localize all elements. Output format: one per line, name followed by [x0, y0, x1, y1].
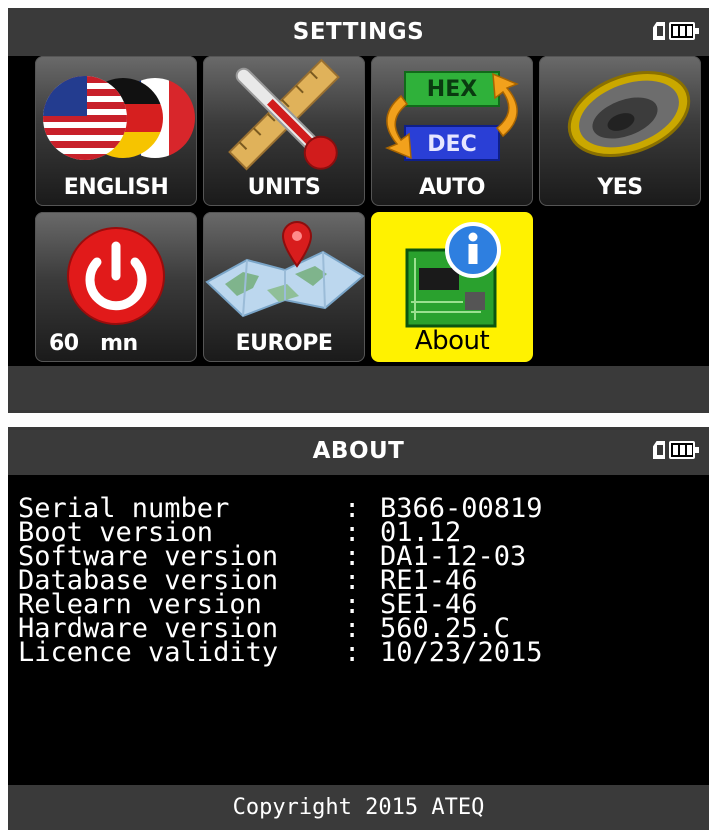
tile-label: ENGLISH [63, 175, 169, 200]
flags-icon [43, 76, 195, 160]
sd-card-icon [653, 22, 665, 40]
tile-label: YES [597, 175, 643, 200]
tile-sound[interactable]: YES [539, 56, 701, 206]
dec-text: DEC [427, 132, 476, 157]
map-icon [205, 221, 365, 318]
tile-hex-dec[interactable]: HEX DEC AUTO [371, 56, 533, 206]
title-bar: SETTINGS [8, 8, 709, 56]
tile-label: EUROPE [235, 331, 333, 356]
bottom-bar [8, 366, 709, 413]
battery-icon [669, 441, 699, 459]
info-key: Licence validity [18, 637, 279, 668]
tile-units[interactable]: UNITS [203, 56, 365, 206]
sd-card-icon [653, 441, 665, 459]
status-icons [653, 439, 701, 463]
status-icons [653, 20, 701, 44]
tile-region[interactable]: EUROPE [203, 212, 365, 362]
about-screen: ABOUT Serial number: B366-00819 Boot vers… [8, 427, 709, 830]
page-title: SETTINGS [292, 19, 425, 45]
info-value: 10/23/2015 [380, 637, 543, 668]
tile-about[interactable]: About [371, 212, 533, 362]
hex-dec-icon: HEX DEC [385, 71, 519, 161]
settings-screen: SETTINGS ENGLISH UNITS HEX DEC AUTO YES … [8, 8, 709, 413]
power-icon [67, 227, 165, 325]
thermometer-ruler-icon [228, 58, 340, 171]
tile-label: 60 mn [49, 331, 138, 356]
copyright-footer: Copyright 2015 ATEQ [8, 785, 709, 830]
battery-icon [669, 22, 699, 40]
speaker-icon [567, 70, 691, 158]
tile-label: AUTO [419, 175, 485, 200]
separator: : [344, 637, 361, 668]
hex-text: HEX [427, 77, 477, 102]
tile-label: About [414, 326, 490, 356]
tile-label: UNITS [247, 175, 321, 200]
tile-power-off-timer[interactable]: 60 mn [35, 212, 197, 362]
title-bar: ABOUT [8, 427, 709, 475]
info-board-icon [405, 222, 501, 328]
page-title: ABOUT [312, 438, 405, 464]
tile-language[interactable]: ENGLISH [35, 56, 197, 206]
